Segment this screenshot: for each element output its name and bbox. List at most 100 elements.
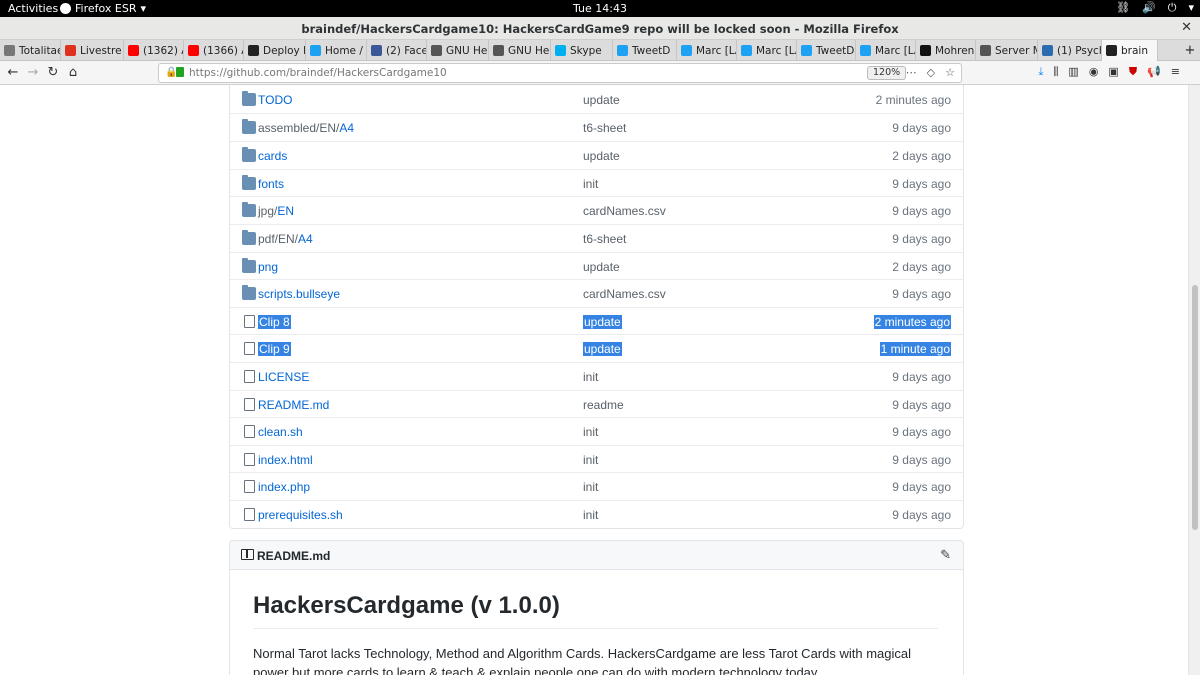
file-name-link[interactable]: prerequisites.sh: [258, 508, 343, 522]
commit-message-link[interactable]: cardNames.csv: [583, 204, 666, 218]
browser-tab[interactable]: Deploy k: [244, 40, 306, 61]
file-name[interactable]: clean.sh: [258, 425, 303, 439]
identity-icon[interactable]: [176, 67, 184, 77]
file-name[interactable]: Clip 9: [258, 342, 291, 356]
file-name[interactable]: LICENSE: [258, 370, 309, 384]
library-icon[interactable]: ⫼: [1053, 65, 1058, 79]
file-row[interactable]: cards update 2 days ago: [230, 141, 963, 169]
commit-message-link[interactable]: update: [583, 342, 622, 356]
file-name-link[interactable]: LICENSE: [258, 370, 309, 384]
commit-message-link[interactable]: init: [583, 453, 598, 467]
commit-message[interactable]: t6-sheet: [583, 121, 626, 135]
file-name-link[interactable]: png: [258, 260, 278, 274]
file-name-link[interactable]: TODO: [258, 93, 292, 107]
commit-message[interactable]: cardNames.csv: [583, 204, 666, 218]
account-icon[interactable]: ◉: [1089, 65, 1099, 79]
commit-message[interactable]: update: [583, 315, 622, 329]
file-name-link[interactable]: index.html: [258, 453, 313, 467]
browser-tab[interactable]: brain: [1102, 40, 1158, 61]
commit-message-link[interactable]: cardNames.csv: [583, 287, 666, 301]
commit-message[interactable]: update: [583, 149, 620, 163]
browser-tab[interactable]: Marc [LA: [856, 40, 916, 61]
file-name[interactable]: TODO: [258, 93, 292, 107]
commit-message-link[interactable]: update: [583, 149, 620, 163]
commit-message[interactable]: init: [583, 425, 598, 439]
file-path-prefix[interactable]: assembled/EN/: [258, 121, 339, 135]
browser-tab[interactable]: Skype: [551, 40, 613, 61]
file-name[interactable]: A4: [298, 232, 313, 246]
file-row[interactable]: assembled/EN/A4 t6-sheet 9 days ago: [230, 113, 963, 141]
file-name[interactable]: cards: [258, 149, 287, 163]
commit-message-link[interactable]: readme: [583, 398, 624, 412]
commit-message[interactable]: t6-sheet: [583, 232, 626, 246]
browser-tab[interactable]: GNU He: [489, 40, 551, 61]
file-name[interactable]: EN: [277, 204, 294, 218]
file-row[interactable]: TODO update 2 minutes ago: [230, 86, 963, 114]
commit-message-link[interactable]: init: [583, 425, 598, 439]
file-name-link[interactable]: Clip 9: [258, 342, 291, 356]
browser-tab[interactable]: (1) Psych: [1038, 40, 1102, 61]
readme-filename[interactable]: README.md: [257, 549, 330, 563]
commit-message[interactable]: init: [583, 177, 598, 191]
new-tab-button[interactable]: +: [1180, 40, 1200, 60]
file-row[interactable]: index.php init 9 days ago: [230, 472, 963, 500]
file-name-link[interactable]: README.md: [258, 398, 329, 412]
file-row[interactable]: png update 2 days ago: [230, 252, 963, 280]
file-row[interactable]: clean.sh init 9 days ago: [230, 417, 963, 445]
browser-tab[interactable]: TweetD: [797, 40, 856, 61]
back-icon[interactable]: ←: [4, 64, 22, 82]
home-icon[interactable]: ⌂: [64, 64, 82, 82]
commit-message[interactable]: cardNames.csv: [583, 287, 666, 301]
file-name[interactable]: Clip 8: [258, 315, 291, 329]
file-name[interactable]: fonts: [258, 177, 284, 191]
commit-message[interactable]: init: [583, 370, 598, 384]
download-icon[interactable]: ⤓: [1038, 65, 1043, 79]
browser-tab[interactable]: Marc [LA: [737, 40, 797, 61]
close-window-icon[interactable]: ✕: [1181, 20, 1192, 35]
commit-message[interactable]: update: [583, 342, 622, 356]
commit-message[interactable]: update: [583, 260, 620, 274]
browser-tab[interactable]: (1362) A: [124, 40, 184, 61]
url-text[interactable]: https://github.com/braindef/HackersCardg…: [189, 67, 447, 79]
file-row[interactable]: pdf/EN/A4 t6-sheet 9 days ago: [230, 224, 963, 252]
file-row[interactable]: jpg/EN cardNames.csv 9 days ago: [230, 196, 963, 224]
file-row[interactable]: index.html init 9 days ago: [230, 445, 963, 473]
file-path-prefix[interactable]: jpg/: [258, 204, 277, 218]
extension-icon[interactable]: ▣: [1108, 65, 1118, 79]
commit-message[interactable]: init: [583, 508, 598, 522]
zoom-indicator[interactable]: 120%: [867, 66, 907, 80]
page-actions-icon[interactable]: ⋯: [906, 66, 917, 79]
sidebar-icon[interactable]: ▥: [1068, 65, 1078, 79]
forward-icon[interactable]: →: [24, 64, 42, 82]
scrollbar-thumb[interactable]: [1192, 285, 1198, 530]
file-row[interactable]: fonts init 9 days ago: [230, 169, 963, 197]
file-name-link[interactable]: assembled/EN/A4: [258, 121, 354, 135]
commit-message-link[interactable]: update: [583, 315, 622, 329]
commit-message-link[interactable]: init: [583, 370, 598, 384]
edit-pencil-icon[interactable]: ✎: [940, 547, 951, 563]
browser-tab[interactable]: Home / T: [306, 40, 367, 61]
file-name-link[interactable]: fonts: [258, 177, 284, 191]
file-name[interactable]: png: [258, 260, 278, 274]
file-row[interactable]: LICENSE init 9 days ago: [230, 362, 963, 390]
commit-message-link[interactable]: update: [583, 93, 620, 107]
browser-tab[interactable]: Mohrenl: [916, 40, 976, 61]
file-name[interactable]: scripts.bullseye: [258, 287, 340, 301]
commit-message[interactable]: readme: [583, 398, 624, 412]
browser-tab[interactable]: (1366) A: [184, 40, 244, 61]
file-row[interactable]: prerequisites.sh init 9 days ago: [230, 500, 963, 528]
file-name-link[interactable]: Clip 8: [258, 315, 291, 329]
browser-tab[interactable]: Server M: [976, 40, 1038, 61]
file-row[interactable]: Clip 9 update 1 minute ago: [230, 334, 963, 362]
commit-message-link[interactable]: init: [583, 177, 598, 191]
commit-message[interactable]: init: [583, 453, 598, 467]
megaphone-icon[interactable]: 📢: [1147, 65, 1161, 79]
commit-message-link[interactable]: t6-sheet: [583, 232, 626, 246]
bookmark-star-icon[interactable]: ☆: [945, 66, 955, 79]
file-name[interactable]: A4: [339, 121, 354, 135]
file-name-link[interactable]: jpg/EN: [258, 204, 294, 218]
file-name-link[interactable]: clean.sh: [258, 425, 303, 439]
commit-message-link[interactable]: t6-sheet: [583, 121, 626, 135]
file-path-prefix[interactable]: pdf/EN/: [258, 232, 298, 246]
commit-message-link[interactable]: init: [583, 508, 598, 522]
